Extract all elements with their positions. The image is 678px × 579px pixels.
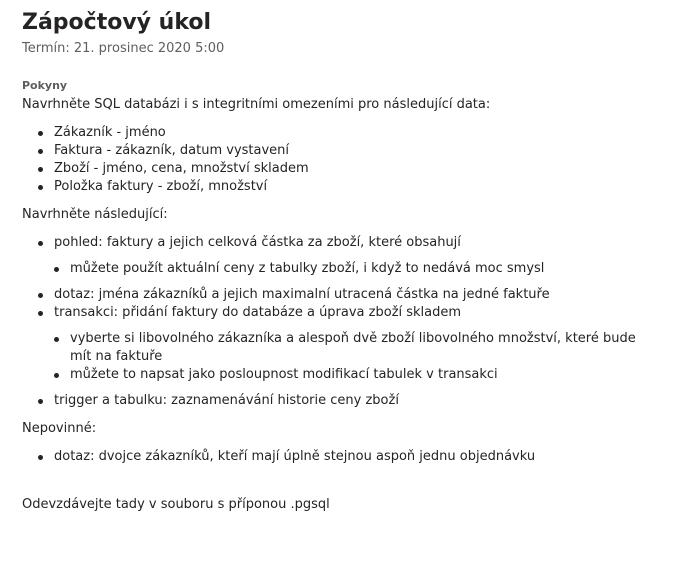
- assignment-title: Zápočtový úkol: [22, 10, 212, 35]
- list-item: transakci: přidání faktury do databáze a…: [38, 304, 656, 322]
- optional-heading: Nepovinné:: [22, 421, 97, 436]
- list-item: dotaz: jména zákazníků a jejich maximaln…: [38, 286, 656, 304]
- list-item: vyberte si libovolného zákazníka a alesp…: [54, 330, 636, 366]
- list-item-text: pohled: faktury a jejich celková částka …: [54, 235, 461, 250]
- design-items-list: trigger a tabulku: zaznamenávání histori…: [38, 392, 656, 410]
- assignment-page: Zápočtový úkol Termín: 21. prosinec 2020…: [0, 0, 678, 514]
- list-item: Položka faktury - zboží, množství: [38, 178, 656, 196]
- submit-note: Odevzdávejte tady v souboru s příponou .…: [22, 497, 330, 512]
- due-date: Termín: 21. prosinec 2020 5:00: [22, 41, 225, 56]
- list-item: můžete to napsat jako posloupnost modifi…: [54, 366, 636, 384]
- list-item: pohled: faktury a jejich celková částka …: [38, 234, 656, 252]
- list-item: dotaz: dvojce zákazníků, kteří mají úpln…: [38, 448, 656, 466]
- design-subitems-list: můžete použít aktuální ceny z tabulky zb…: [54, 260, 656, 278]
- design-items-list: dotaz: jména zákazníků a jejich maximaln…: [38, 286, 656, 322]
- data-items-list: Zákazník - jméno Faktura - zákazník, dat…: [38, 124, 656, 196]
- list-item: Zboží - jméno, cena, množství skladem: [38, 160, 656, 178]
- list-item: trigger a tabulku: zaznamenávání histori…: [38, 392, 656, 410]
- instructions-intro: Navrhněte SQL databázi i s integritními …: [22, 97, 491, 112]
- list-item: Faktura - zákazník, datum vystavení: [38, 142, 656, 160]
- design-subitems-list: vyberte si libovolného zákazníka a alesp…: [54, 330, 636, 384]
- design-heading: Navrhněte následující:: [22, 207, 168, 222]
- instructions-label: Pokyny: [22, 79, 68, 92]
- design-items-list: pohled: faktury a jejich celková částka …: [38, 234, 656, 252]
- list-item: můžete použít aktuální ceny z tabulky zb…: [54, 260, 656, 278]
- optional-items-list: dotaz: dvojce zákazníků, kteří mají úpln…: [38, 448, 656, 466]
- list-item: Zákazník - jméno: [38, 124, 656, 142]
